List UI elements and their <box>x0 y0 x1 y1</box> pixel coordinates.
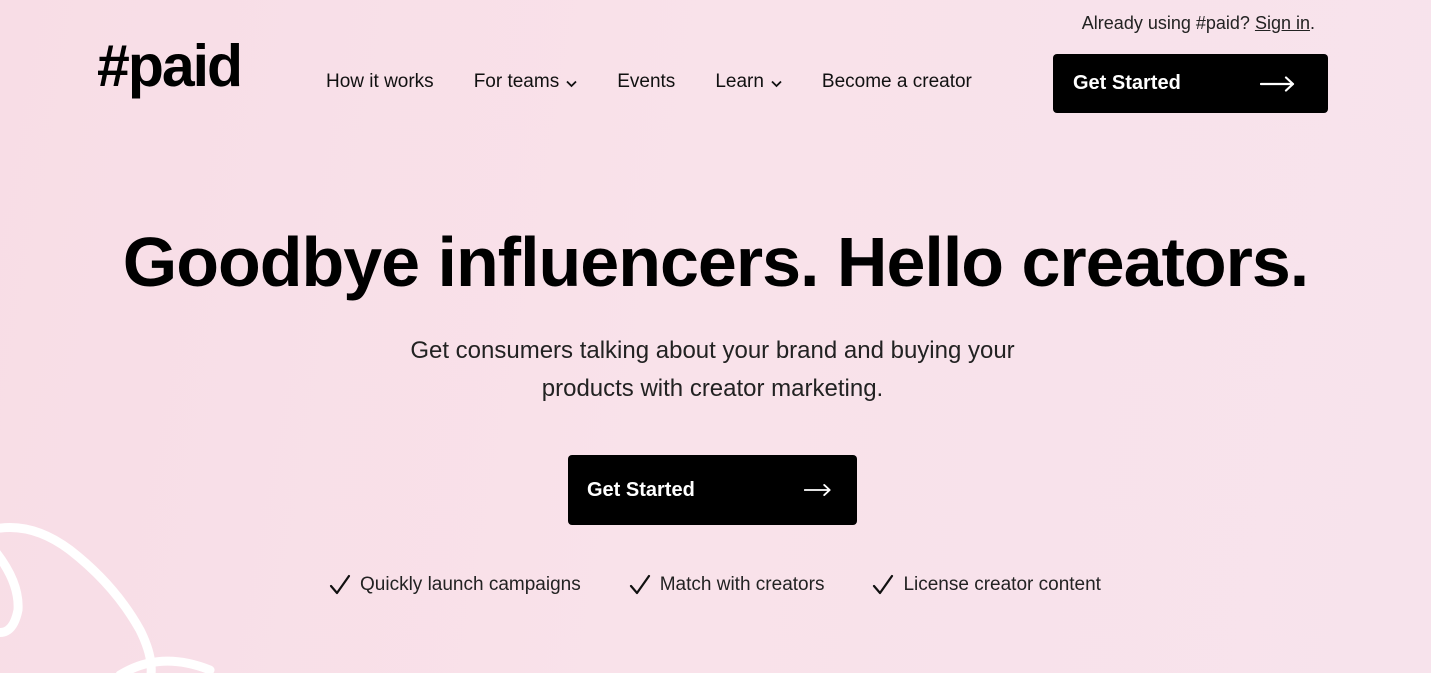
nav-item-events[interactable]: Events <box>617 71 675 93</box>
hero-subtitle: Get consumers talking about your brand a… <box>410 337 1015 402</box>
signin-link[interactable]: Sign in <box>1255 13 1310 33</box>
feature-item: Match with creators <box>629 574 825 596</box>
nav-item-label: Learn <box>715 71 764 92</box>
feature-list: Quickly launch campaigns Match with crea… <box>329 574 1101 596</box>
feature-item: Quickly launch campaigns <box>329 574 581 596</box>
feature-label: Quickly launch campaigns <box>360 574 581 595</box>
chevron-down-icon <box>771 80 782 87</box>
nav-item-for-teams[interactable]: For teams <box>474 71 578 93</box>
signin-prompt-suffix: . <box>1309 13 1315 33</box>
get-started-label: Get Started <box>1073 72 1181 94</box>
get-started-button-hero[interactable]: Get Started <box>568 455 857 525</box>
arrow-right-icon <box>1260 75 1295 92</box>
nav-item-label: Become a creator <box>821 71 972 92</box>
get-started-button-header[interactable]: Get Started <box>1053 54 1328 113</box>
get-started-label: Get Started <box>587 478 695 501</box>
check-icon <box>329 574 351 595</box>
signin-prompt: Already using #paid? Sign in. <box>1082 13 1315 34</box>
chevron-down-icon <box>566 80 577 87</box>
nav-item-label: Events <box>617 71 676 92</box>
check-icon <box>873 574 894 595</box>
nav-item-become-a-creator[interactable]: Become a creator <box>822 71 972 93</box>
feature-label: Match with creators <box>659 574 825 595</box>
check-icon <box>629 574 650 595</box>
nav-item-learn[interactable]: Learn <box>715 71 782 93</box>
feature-item: License creator content <box>872 574 1101 596</box>
arrow-right-icon <box>804 484 831 496</box>
decorative-line-art <box>0 523 215 673</box>
nav-item-label: How it works <box>326 71 434 92</box>
feature-label: License creator content <box>903 574 1101 595</box>
nav-item-label: For teams <box>473 71 560 92</box>
nav-item-how-it-works[interactable]: How it works <box>326 71 434 93</box>
logo[interactable]: #paid <box>97 37 243 96</box>
main-nav: How it works For teams Events Learn Beco… <box>326 68 972 96</box>
hero-title: Goodbye influencers. Hello creators. <box>122 223 1309 301</box>
signin-prompt-text: Already using #paid? <box>1081 13 1250 33</box>
